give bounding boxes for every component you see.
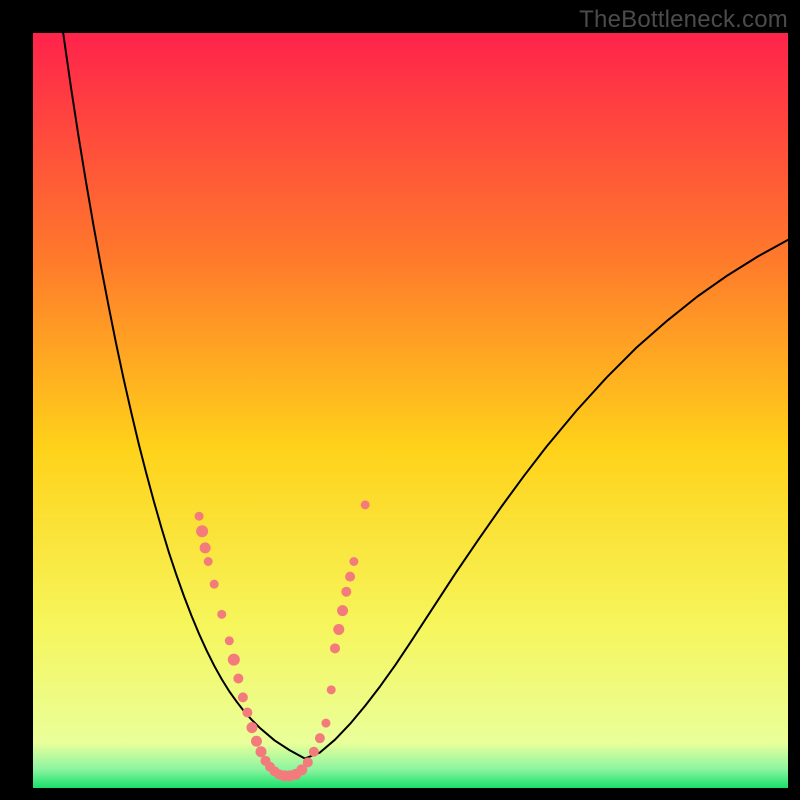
gradient-background (33, 33, 788, 788)
chart-svg (33, 33, 788, 788)
data-point (256, 746, 267, 757)
data-point (333, 624, 344, 635)
data-point (309, 747, 319, 757)
data-point (217, 610, 226, 619)
data-point (321, 719, 330, 728)
data-point (251, 736, 262, 747)
data-point (195, 512, 204, 521)
data-point (210, 580, 219, 589)
data-point (204, 557, 213, 566)
watermark-text: TheBottleneck.com (579, 6, 788, 34)
data-point (303, 757, 313, 767)
data-point (200, 542, 211, 553)
data-point (196, 525, 208, 537)
data-point (341, 587, 351, 597)
data-point (349, 557, 358, 566)
data-point (233, 674, 243, 684)
data-point (361, 500, 370, 509)
data-point (228, 654, 240, 666)
plot-area (33, 33, 788, 788)
data-point (225, 636, 234, 645)
data-point (246, 722, 257, 733)
data-point (345, 572, 355, 582)
data-point (238, 692, 248, 702)
outer-frame: TheBottleneck.com (0, 0, 800, 800)
data-point (315, 733, 325, 743)
data-point (337, 605, 348, 616)
data-point (330, 643, 340, 653)
data-point (327, 685, 336, 694)
data-point (242, 708, 252, 718)
